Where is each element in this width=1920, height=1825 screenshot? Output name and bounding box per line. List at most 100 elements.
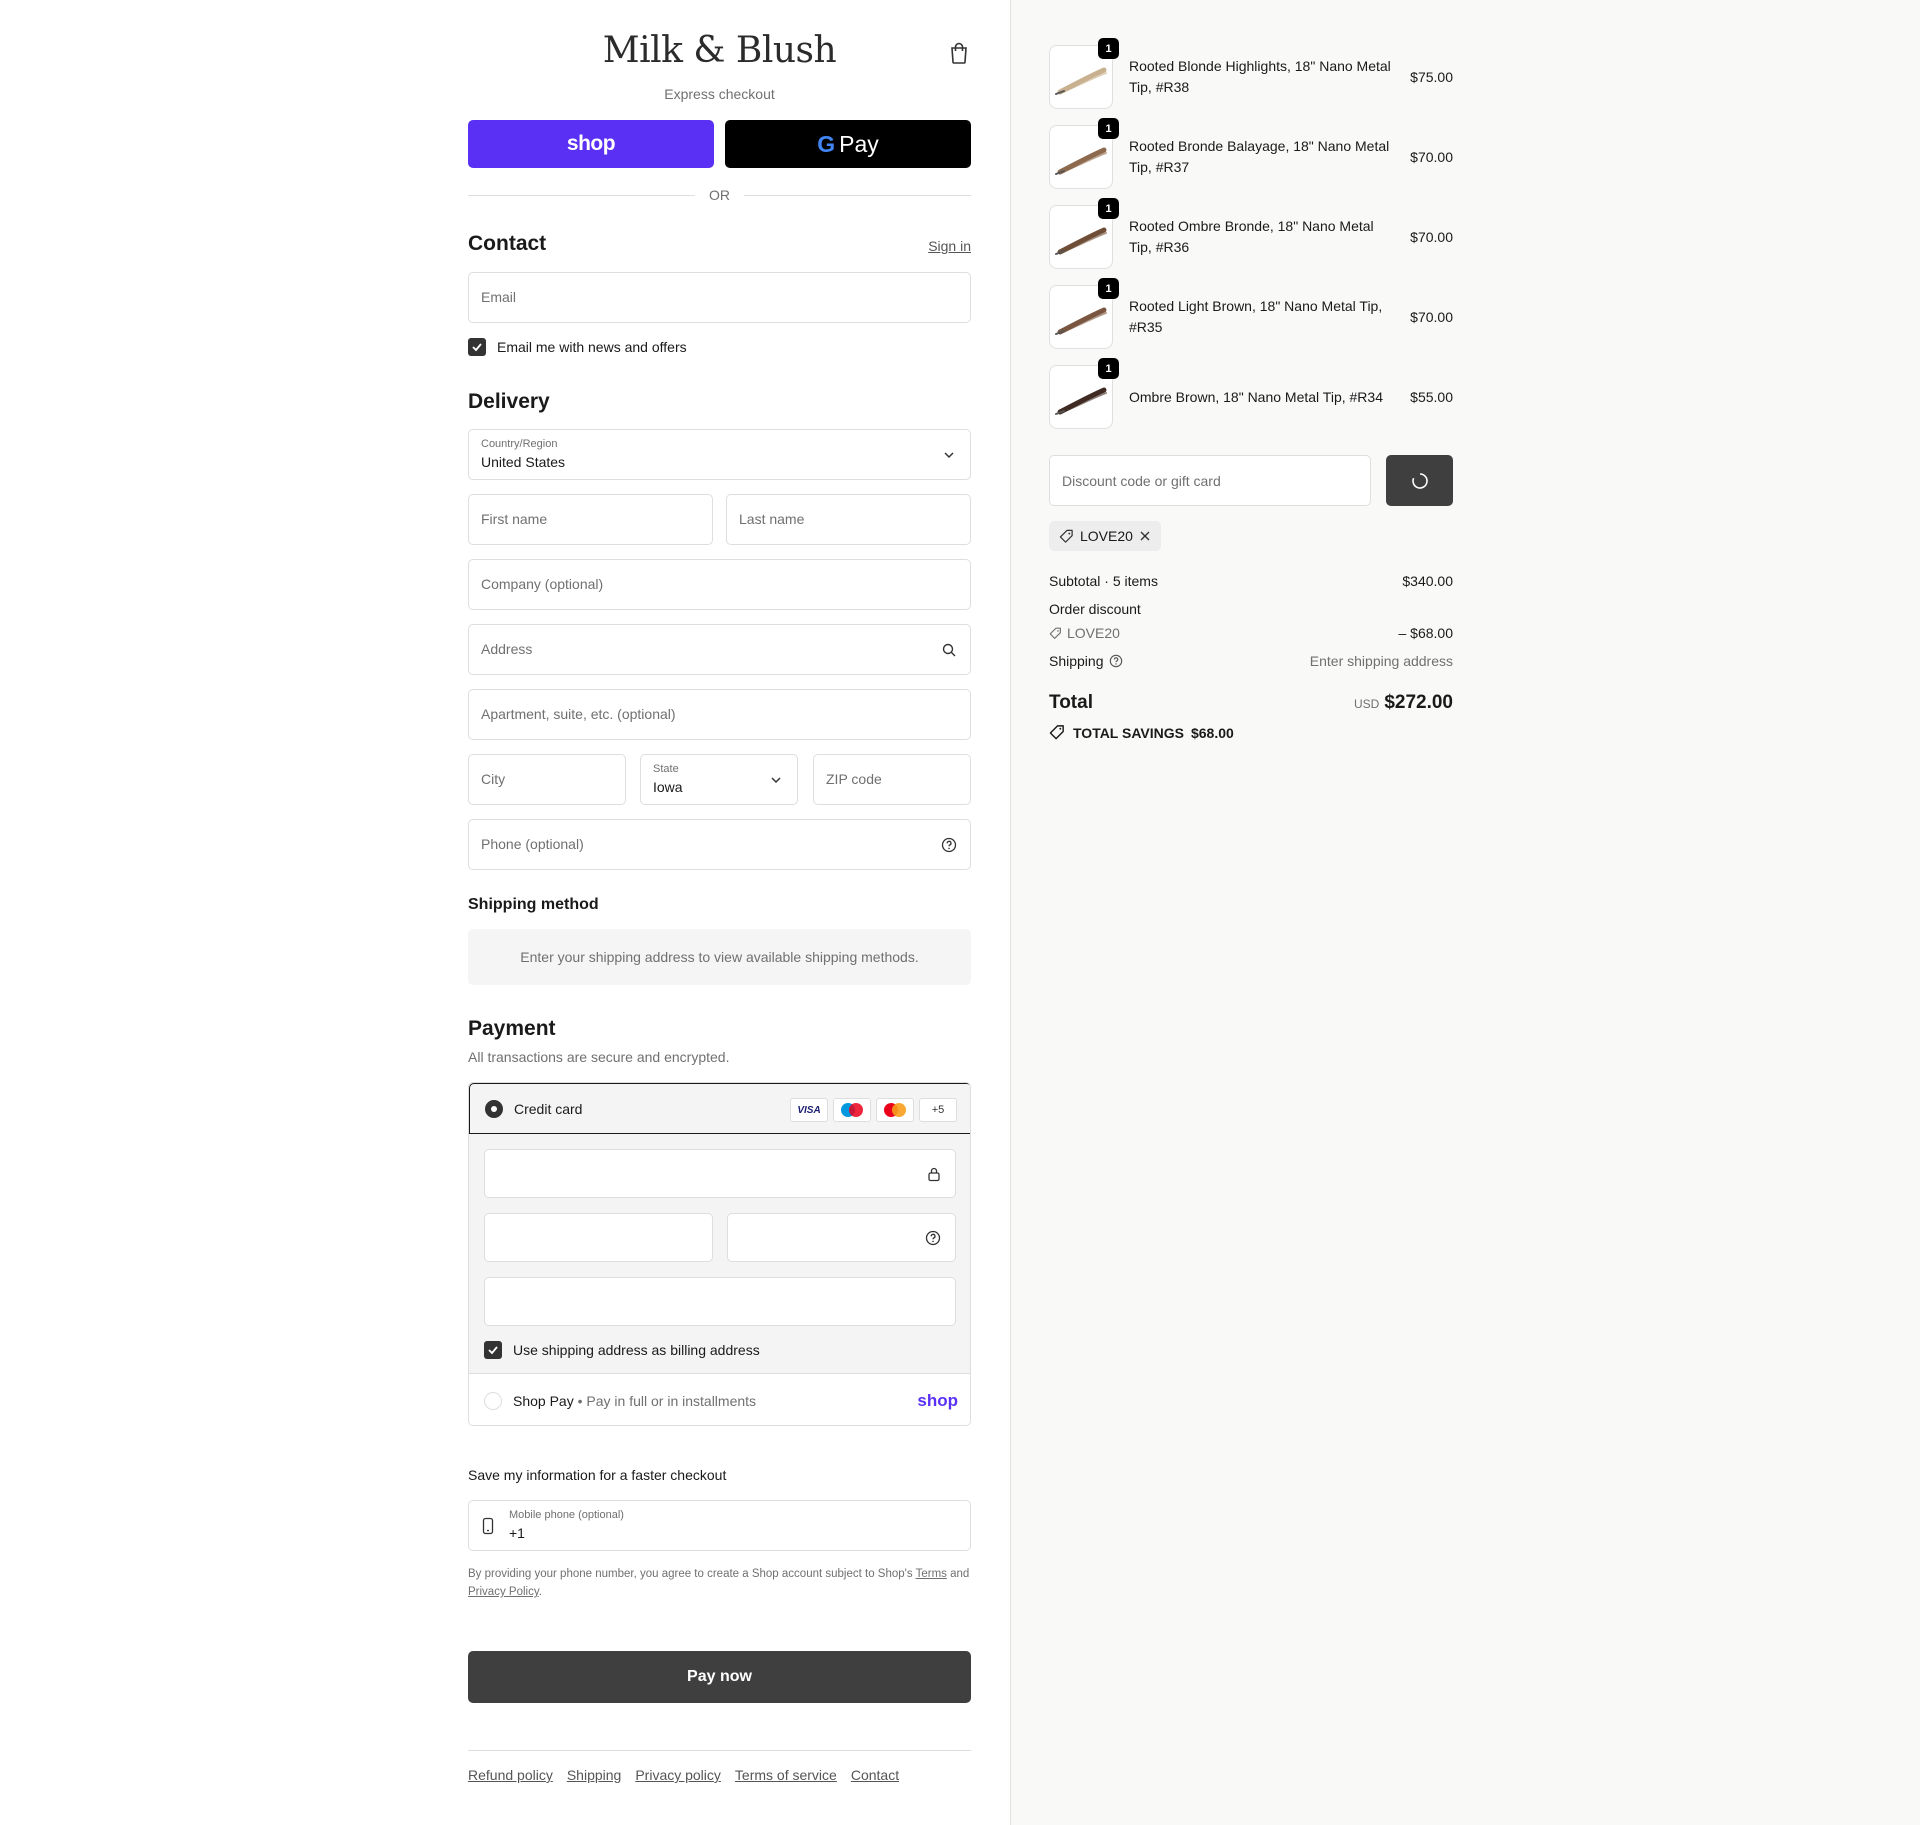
card-expiry-field[interactable] xyxy=(484,1213,713,1262)
order-item: 1 Rooted Bronde Balayage, 18" Nano Metal … xyxy=(1049,118,1453,191)
footer-link-contact[interactable]: Contact xyxy=(851,1767,899,1783)
discount-value: – $68.00 xyxy=(1398,625,1454,641)
product-price: $75.00 xyxy=(1410,69,1453,85)
subtotal-value: $340.00 xyxy=(1402,573,1453,589)
total-value: USD $272.00 xyxy=(1353,692,1453,713)
order-item: 1 Ombre Brown, 18" Nano Metal Tip, #R34 $5… xyxy=(1049,358,1453,431)
brand-logo[interactable]: Milk & Blush xyxy=(468,30,971,71)
maestro-icon xyxy=(833,1098,871,1122)
card-logos: VISA +5 xyxy=(790,1098,957,1122)
order-discount-row: Order discount xyxy=(1049,601,1453,617)
chevron-down-icon xyxy=(771,777,781,784)
discount-code-input[interactable]: Discount code or gift card xyxy=(1049,455,1371,506)
state-select[interactable]: State Iowa xyxy=(640,754,798,805)
discount-code-label: LOVE20 xyxy=(1067,625,1120,641)
country-select[interactable]: Country/Region United States xyxy=(468,429,971,480)
email-field[interactable]: Email xyxy=(468,272,971,323)
company-field[interactable]: Company (optional) xyxy=(468,559,971,610)
city-field[interactable]: City xyxy=(468,754,626,805)
discount-code-row: LOVE20 – $68.00 xyxy=(1049,625,1453,643)
help-circle-icon[interactable] xyxy=(1109,654,1123,668)
mastercard-icon xyxy=(876,1098,914,1122)
footer-link-shipping[interactable]: Shipping xyxy=(567,1767,622,1783)
shop-pay-option-logo: shop xyxy=(917,1391,958,1410)
order-item: 1 Rooted Ombre Bronde, 18" Nano Metal Tip… xyxy=(1049,198,1453,271)
card-number-field[interactable] xyxy=(484,1149,956,1198)
shipping-method-notice: Enter your shipping address to view avai… xyxy=(468,929,971,985)
privacy-policy-link[interactable]: Privacy Policy xyxy=(468,1586,539,1598)
credit-card-radio[interactable] xyxy=(485,1100,503,1118)
quantity-badge: 1 xyxy=(1098,118,1119,139)
pay-now-button[interactable]: Pay now xyxy=(468,1651,971,1703)
shipping-method-title: Shipping method xyxy=(468,896,599,913)
loading-spinner-icon xyxy=(1411,472,1428,489)
close-icon[interactable] xyxy=(1139,530,1151,542)
shop-pay-option-label: Shop Pay xyxy=(513,1393,574,1409)
address-field[interactable]: Address xyxy=(468,624,971,675)
mobile-phone-field[interactable]: Mobile phone (optional) +1 xyxy=(468,1500,971,1551)
subtotal-row: Subtotal · 5 items $340.00 xyxy=(1049,573,1453,589)
order-summary: 1 Rooted Blonde Highlights, 18" Nano Meta… xyxy=(1010,0,1920,1825)
payment-title: Payment xyxy=(468,1017,556,1040)
mobile-phone-icon xyxy=(482,1517,494,1535)
cart-icon[interactable] xyxy=(948,41,970,65)
total-savings-value: $68.00 xyxy=(1190,724,1234,741)
google-pay-button[interactable]: G Pay xyxy=(725,120,971,168)
quantity-badge: 1 xyxy=(1098,198,1119,219)
last-name-field[interactable]: Last name xyxy=(726,494,971,545)
payment-subtitle: All transactions are secure and encrypte… xyxy=(468,1049,730,1065)
terms-link[interactable]: Terms xyxy=(916,1568,947,1580)
order-item: 1 Rooted Light Brown, 18" Nano Metal Tip,… xyxy=(1049,278,1453,351)
sign-in-link[interactable]: Sign in xyxy=(928,238,971,254)
check-icon xyxy=(472,343,482,352)
card-name-field[interactable] xyxy=(484,1277,956,1326)
total-savings-label: TOTAL SAVINGS xyxy=(1073,724,1184,741)
shop-pay-option-sub: Pay in full or in installments xyxy=(586,1393,757,1409)
save-info-title: Save my information for a faster checkou… xyxy=(468,1467,727,1483)
zip-field[interactable]: ZIP code xyxy=(813,754,971,805)
product-price: $70.00 xyxy=(1410,149,1453,165)
first-name-field[interactable]: First name xyxy=(468,494,713,545)
lock-icon xyxy=(928,1167,940,1182)
or-divider: OR xyxy=(468,185,971,205)
product-name: Ombre Brown, 18" Nano Metal Tip, #R34 xyxy=(1129,388,1383,405)
phone-legal-text: By providing your phone number, you agre… xyxy=(468,1568,970,1598)
product-price: $70.00 xyxy=(1410,229,1453,245)
footer-link-refund-policy[interactable]: Refund policy xyxy=(468,1767,553,1783)
credit-card-option[interactable]: Credit card VISA +5 xyxy=(469,1083,970,1134)
shipping-row: Shipping Enter shipping address xyxy=(1049,653,1453,669)
gpay-label: Pay xyxy=(839,130,879,157)
help-circle-icon[interactable] xyxy=(925,1230,941,1246)
tag-icon xyxy=(1059,529,1073,543)
check-icon xyxy=(488,1346,498,1355)
footer-links: Refund policy Shipping Privacy policy Te… xyxy=(468,1767,899,1783)
delivery-title: Delivery xyxy=(468,390,550,413)
apply-discount-button[interactable] xyxy=(1386,455,1453,506)
total-savings: TOTAL SAVINGS $68.00 xyxy=(1049,724,1234,741)
shipping-value: Enter shipping address xyxy=(1309,653,1453,669)
order-item: 1 Rooted Blonde Highlights, 18" Nano Meta… xyxy=(1049,38,1453,111)
tag-icon xyxy=(1049,627,1061,639)
shop-pay-logo: shop xyxy=(566,132,616,155)
credit-card-label: Credit card xyxy=(514,1101,583,1117)
footer-link-privacy-policy[interactable]: Privacy policy xyxy=(635,1767,721,1783)
footer-link-terms-of-service[interactable]: Terms of service xyxy=(735,1767,837,1783)
billing-same-checkbox[interactable] xyxy=(484,1341,502,1359)
shop-pay-option[interactable]: Shop Pay • Pay in full or in installment… xyxy=(469,1373,970,1425)
applied-discount-code: LOVE20 xyxy=(1080,528,1133,544)
payment-methods: Credit card VISA +5 Use shipping address… xyxy=(468,1082,971,1426)
news-checkbox[interactable] xyxy=(468,338,486,356)
card-cvv-field[interactable] xyxy=(727,1213,956,1262)
tags-icon xyxy=(1049,725,1064,740)
shop-pay-button[interactable]: shop xyxy=(468,120,714,168)
subtotal-label: Subtotal · 5 items xyxy=(1049,573,1158,589)
chevron-down-icon xyxy=(944,452,954,459)
footer-divider xyxy=(468,1750,971,1751)
quantity-badge: 1 xyxy=(1098,278,1119,299)
apartment-field[interactable]: Apartment, suite, etc. (optional) xyxy=(468,689,971,740)
checkout-main: Milk & Blush Express checkout shop G Pay… xyxy=(0,0,1010,1825)
product-price: $55.00 xyxy=(1410,389,1453,405)
shop-pay-radio[interactable] xyxy=(484,1392,502,1410)
phone-field[interactable]: Phone (optional) xyxy=(468,819,971,870)
help-circle-icon[interactable] xyxy=(941,837,957,853)
